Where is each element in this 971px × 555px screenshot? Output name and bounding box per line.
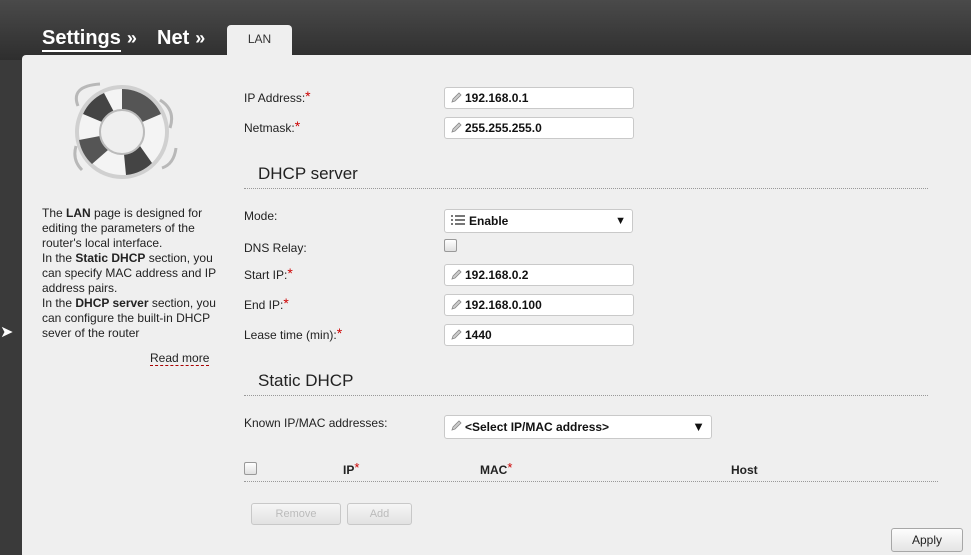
column-header-ip: IP* xyxy=(343,460,360,477)
top-header xyxy=(0,0,971,60)
breadcrumb-settings[interactable]: Settings» xyxy=(42,27,137,52)
pencil-icon xyxy=(451,269,462,280)
start-ip-input[interactable]: 192.168.0.2 xyxy=(444,264,634,286)
netmask-label: Netmask:* xyxy=(244,118,301,135)
known-ip-mac-select[interactable]: <Select IP/MAC address> ▼ xyxy=(444,415,712,439)
ip-address-label: IP Address:* xyxy=(244,88,311,105)
dhcp-server-section: DHCP server xyxy=(244,164,928,189)
ip-address-input[interactable]: 192.168.0.1 xyxy=(444,87,634,109)
column-header-mac: MAC* xyxy=(480,460,513,477)
pencil-icon xyxy=(451,329,462,340)
dropdown-arrow-icon: ▼ xyxy=(692,419,705,434)
tab-lan[interactable]: LAN xyxy=(227,25,292,55)
static-dhcp-section: Static DHCP xyxy=(244,371,928,396)
lease-time-label: Lease time (min):* xyxy=(244,325,343,342)
end-ip-label: End IP:* xyxy=(244,295,289,312)
breadcrumb-net[interactable]: Net» xyxy=(157,27,205,50)
start-ip-label: Start IP:* xyxy=(244,265,293,282)
end-ip-input[interactable]: 192.168.0.100 xyxy=(444,294,634,316)
known-ip-mac-label: Known IP/MAC addresses: xyxy=(244,416,388,430)
life-ring-icon xyxy=(73,82,178,179)
pencil-icon xyxy=(451,92,462,103)
collapse-arrow-icon[interactable]: ➤ xyxy=(0,322,13,342)
pencil-icon xyxy=(451,122,462,133)
netmask-input[interactable]: 255.255.255.0 xyxy=(444,117,634,139)
lease-time-input[interactable]: 1440 xyxy=(444,324,634,346)
pencil-icon xyxy=(451,299,462,310)
dns-relay-label: DNS Relay: xyxy=(244,241,307,255)
dropdown-arrow-icon: ▼ xyxy=(615,215,626,227)
pencil-icon xyxy=(451,420,462,431)
apply-button[interactable]: Apply xyxy=(891,528,963,552)
page-description: The LAN page is designed for editing the… xyxy=(42,206,216,340)
add-button[interactable]: Add xyxy=(347,503,412,525)
select-all-checkbox[interactable] xyxy=(244,462,257,475)
mode-select[interactable]: Enable ▼ xyxy=(444,209,633,233)
table-divider xyxy=(244,481,938,482)
mode-label: Mode: xyxy=(244,209,278,223)
read-more-link[interactable]: Read more xyxy=(150,351,210,366)
dns-relay-checkbox[interactable] xyxy=(444,239,457,252)
list-icon xyxy=(451,215,465,225)
remove-button[interactable]: Remove xyxy=(251,503,341,525)
column-header-host: Host xyxy=(731,463,758,477)
